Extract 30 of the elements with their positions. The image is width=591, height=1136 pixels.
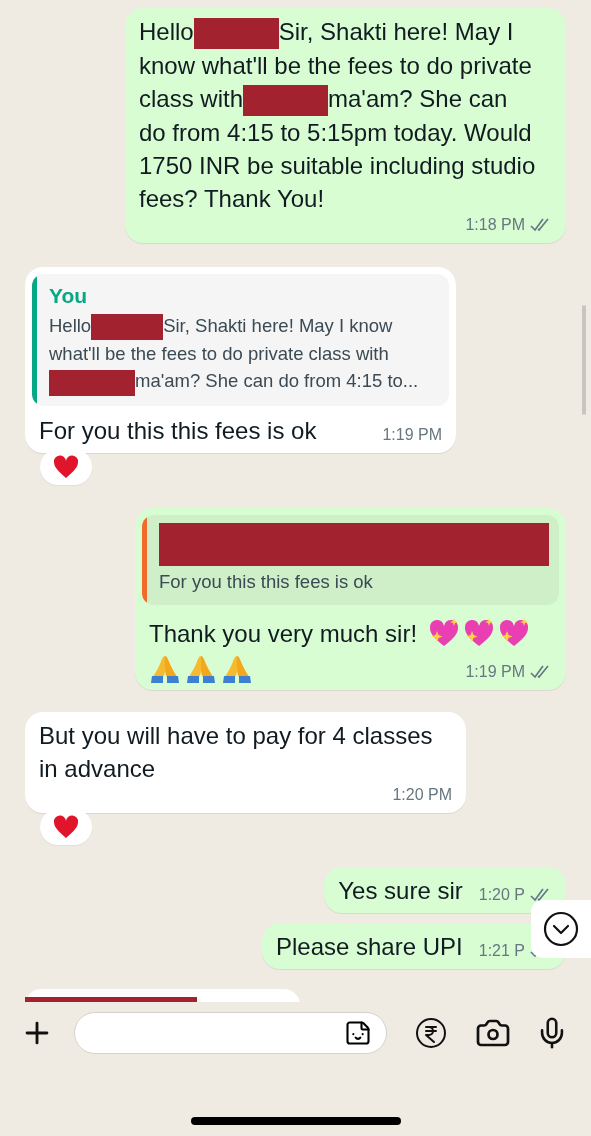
message-time: 1:20 PM [392,784,452,805]
quoted-message[interactable]: For you this this fees is ok [142,514,559,605]
message-text: Hello Sir, Shakti here! May I know what'll be the fees to do private class with ma'am? She can do from 4:15 to 5:15pm today. Would 1750 INR be suitable including studio fees? Thank You! [139,17,537,215]
quote-text: For you this this fees is ok [159,569,374,594]
quote-text: Hello Sir, Shakti here! May I know what'll be the fees to do private class with ma'am? She can do from 4:15 to... [49,312,439,396]
folded-hands-icon [185,653,217,684]
scroll-down-button[interactable] [531,900,591,958]
message-time: 1:19 PM [382,424,442,445]
message-text: Thank you very much sir! [149,618,418,649]
reaction-badge[interactable] [40,808,92,845]
message-text: For you this this fees is ok [39,415,318,446]
message-text: Yes sure sir [338,875,463,906]
message-text: Please share UPI [275,931,463,962]
message-time: 1:19 PM [465,661,525,682]
heart-icon [53,814,79,839]
heart-icon [53,454,79,479]
sticker-icon[interactable] [344,1019,372,1047]
message-time: 1:18 PM [465,215,525,236]
message-text: But you will have to pay for 4 classes in advance [39,720,434,784]
quote-author: You [49,283,89,310]
reaction-badge[interactable] [40,448,92,485]
message-time: 1:20 P [478,884,525,905]
message-input[interactable] [74,1012,387,1054]
rupee-icon [415,1017,447,1049]
rupee-payment-button[interactable] [415,1017,447,1049]
folded-hands-icon [221,653,253,684]
quoted-message[interactable]: You Hello Sir, Shakti here! May I know what'll be the fees to do private class with ma'am? She can do from 4:15 to... [32,274,449,406]
folded-hands-icon [149,653,181,684]
message-time: 1:21 P [478,940,525,961]
chevron-down-icon [543,911,579,947]
